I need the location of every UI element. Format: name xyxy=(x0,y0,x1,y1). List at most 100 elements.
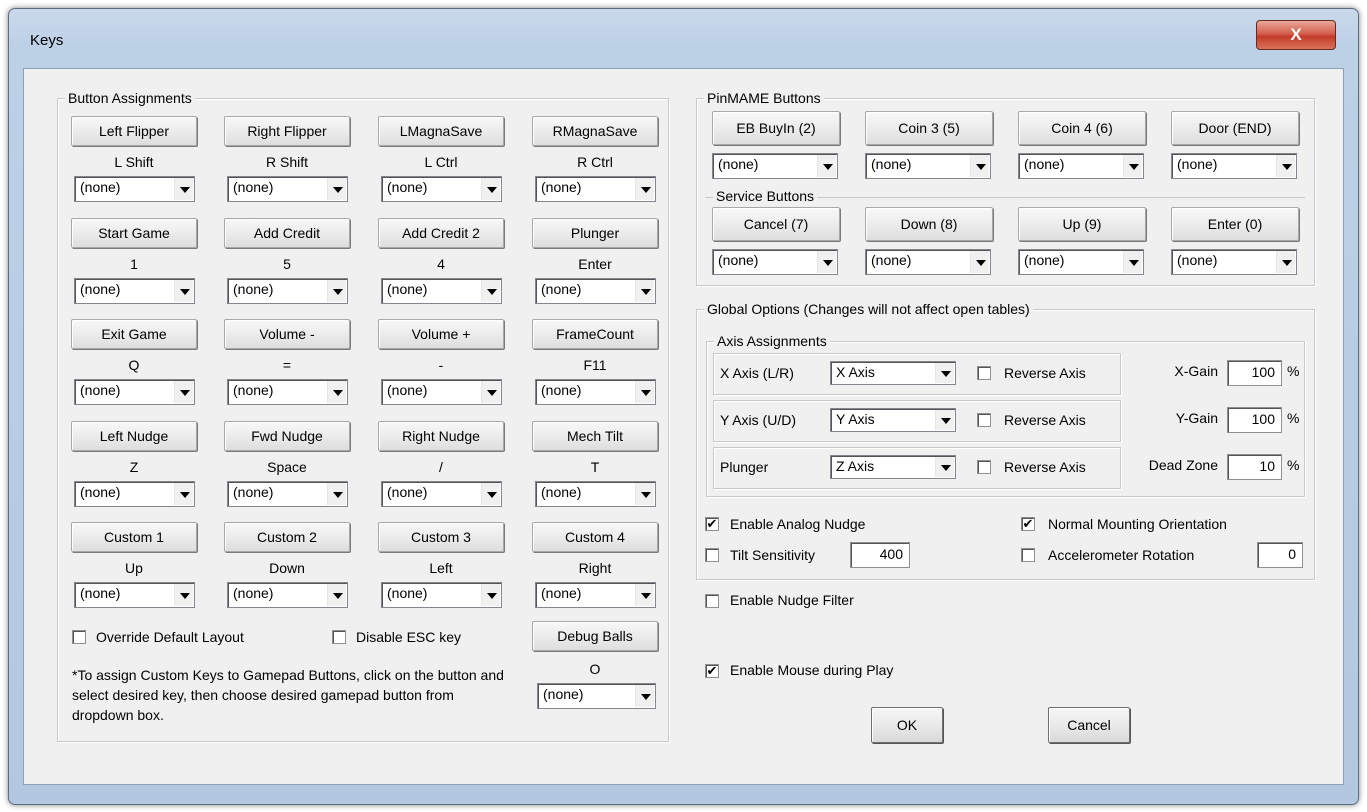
service-button[interactable]: Cancel (7) xyxy=(712,207,840,241)
close-button[interactable]: X xyxy=(1256,20,1336,50)
gain-input[interactable]: 100 xyxy=(1227,360,1282,386)
gamepad-dropdown[interactable]: (none) xyxy=(381,278,502,304)
reverse-axis-label: Reverse Axis xyxy=(1004,459,1086,475)
assigned-key-label: L Shift xyxy=(114,154,154,170)
service-button[interactable]: Up (9) xyxy=(1018,207,1146,241)
service-dropdown[interactable]: (none) xyxy=(712,249,838,275)
chevron-down-icon xyxy=(935,457,954,477)
assign-button[interactable]: Start Game xyxy=(71,218,197,248)
chevron-down-icon xyxy=(327,178,346,200)
assign-button[interactable]: Custom 4 xyxy=(532,522,658,552)
assign-button[interactable]: RMagnaSave xyxy=(532,116,658,146)
gamepad-dropdown[interactable]: (none) xyxy=(535,582,656,608)
dropdown-value: Y Axis xyxy=(836,411,875,427)
reverse-axis-label: Reverse Axis xyxy=(1004,412,1086,428)
debug-balls-dropdown[interactable]: (none) xyxy=(537,683,656,709)
gamepad-dropdown[interactable]: (none) xyxy=(535,278,656,304)
dropdown-value: (none) xyxy=(387,382,428,398)
service-dropdown[interactable]: (none) xyxy=(1018,249,1144,275)
chevron-down-icon xyxy=(174,483,193,505)
chevron-down-icon xyxy=(174,584,193,606)
pinmame-dropdown[interactable]: (none) xyxy=(865,153,991,179)
service-dropdown[interactable]: (none) xyxy=(865,249,991,275)
reverse-axis-label: Reverse Axis xyxy=(1004,365,1086,381)
assign-button[interactable]: Plunger xyxy=(532,218,658,248)
reverse-axis-checkbox[interactable] xyxy=(977,413,991,427)
pinmame-dropdown[interactable]: (none) xyxy=(712,153,838,179)
service-button[interactable]: Enter (0) xyxy=(1171,207,1299,241)
axis-dropdown[interactable]: Y Axis xyxy=(830,408,956,432)
gamepad-dropdown[interactable]: (none) xyxy=(535,379,656,405)
pinmame-dropdown[interactable]: (none) xyxy=(1018,153,1144,179)
assign-button[interactable]: Mech Tilt xyxy=(532,421,658,451)
pinmame-button[interactable]: EB BuyIn (2) xyxy=(712,111,840,145)
assign-button[interactable]: Volume + xyxy=(378,319,504,349)
window-title: Keys xyxy=(30,32,64,49)
assign-button[interactable]: Left Flipper xyxy=(71,116,197,146)
nudge-filter-checkbox[interactable] xyxy=(705,594,719,608)
gamepad-dropdown[interactable]: (none) xyxy=(535,176,656,202)
gamepad-dropdown[interactable]: (none) xyxy=(381,582,502,608)
axis-dropdown[interactable]: X Axis xyxy=(830,361,956,385)
gamepad-dropdown[interactable]: (none) xyxy=(74,278,195,304)
gamepad-dropdown[interactable]: (none) xyxy=(74,582,195,608)
chevron-down-icon xyxy=(481,381,500,403)
assign-button[interactable]: Right Flipper xyxy=(224,116,350,146)
assign-button[interactable]: Volume - xyxy=(224,319,350,349)
reverse-axis-checkbox[interactable] xyxy=(977,460,991,474)
assign-button[interactable]: Fwd Nudge xyxy=(224,421,350,451)
assigned-key-label: = xyxy=(282,357,292,373)
gamepad-dropdown[interactable]: (none) xyxy=(381,379,502,405)
enable-mouse-label: Enable Mouse during Play xyxy=(730,662,894,678)
pinmame-button[interactable]: Coin 4 (6) xyxy=(1018,111,1146,145)
chevron-down-icon xyxy=(635,483,654,505)
gain-input[interactable]: 10 xyxy=(1227,454,1282,480)
ok-button[interactable]: OK xyxy=(871,707,943,743)
accelerometer-rotation-checkbox[interactable] xyxy=(1021,548,1035,562)
assign-button[interactable]: Left Nudge xyxy=(71,421,197,451)
dropdown-value: (none) xyxy=(233,484,274,500)
gamepad-dropdown[interactable]: (none) xyxy=(74,481,195,507)
gamepad-dropdown[interactable]: (none) xyxy=(74,379,195,405)
pinmame-button[interactable]: Coin 3 (5) xyxy=(865,111,993,145)
reverse-axis-checkbox[interactable] xyxy=(977,366,991,380)
pinmame-button[interactable]: Door (END) xyxy=(1171,111,1299,145)
gamepad-dropdown[interactable]: (none) xyxy=(227,379,348,405)
gamepad-dropdown[interactable]: (none) xyxy=(381,481,502,507)
enable-mouse-checkbox[interactable]: ✔ xyxy=(705,664,719,678)
assign-button[interactable]: Add Credit xyxy=(224,218,350,248)
gamepad-dropdown[interactable]: (none) xyxy=(227,582,348,608)
assign-button[interactable]: Add Credit 2 xyxy=(378,218,504,248)
assign-button[interactable]: Exit Game xyxy=(71,319,197,349)
service-button[interactable]: Down (8) xyxy=(865,207,993,241)
debug-balls-button[interactable]: Debug Balls xyxy=(532,621,658,651)
gamepad-dropdown[interactable]: (none) xyxy=(74,176,195,202)
gain-input[interactable]: 100 xyxy=(1227,407,1282,433)
gamepad-dropdown[interactable]: (none) xyxy=(227,481,348,507)
override-layout-checkbox[interactable] xyxy=(72,630,86,644)
gamepad-dropdown[interactable]: (none) xyxy=(227,278,348,304)
service-dropdown[interactable]: (none) xyxy=(1171,249,1297,275)
dropdown-value: (none) xyxy=(233,179,274,195)
accelerometer-rotation-input[interactable]: 0 xyxy=(1257,542,1303,568)
disable-esc-checkbox[interactable] xyxy=(332,630,346,644)
tilt-sensitivity-checkbox[interactable] xyxy=(705,548,719,562)
assign-button[interactable]: Right Nudge xyxy=(378,421,504,451)
assign-button[interactable]: Custom 2 xyxy=(224,522,350,552)
gamepad-dropdown[interactable]: (none) xyxy=(381,176,502,202)
assign-button[interactable]: Custom 1 xyxy=(71,522,197,552)
dropdown-value: (none) xyxy=(80,484,121,500)
gamepad-dropdown[interactable]: (none) xyxy=(535,481,656,507)
analog-nudge-checkbox[interactable]: ✔ xyxy=(705,517,719,531)
dropdown-value: (none) xyxy=(80,179,121,195)
assign-button[interactable]: Custom 3 xyxy=(378,522,504,552)
assign-button[interactable]: FrameCount xyxy=(532,319,658,349)
assigned-key-label: 1 xyxy=(130,256,138,272)
gamepad-dropdown[interactable]: (none) xyxy=(227,176,348,202)
tilt-sensitivity-input[interactable]: 400 xyxy=(850,542,910,568)
pinmame-dropdown[interactable]: (none) xyxy=(1171,153,1297,179)
assign-button[interactable]: LMagnaSave xyxy=(378,116,504,146)
axis-dropdown[interactable]: Z Axis xyxy=(830,455,956,479)
cancel-button[interactable]: Cancel xyxy=(1048,707,1130,743)
normal-mounting-checkbox[interactable]: ✔ xyxy=(1021,517,1035,531)
